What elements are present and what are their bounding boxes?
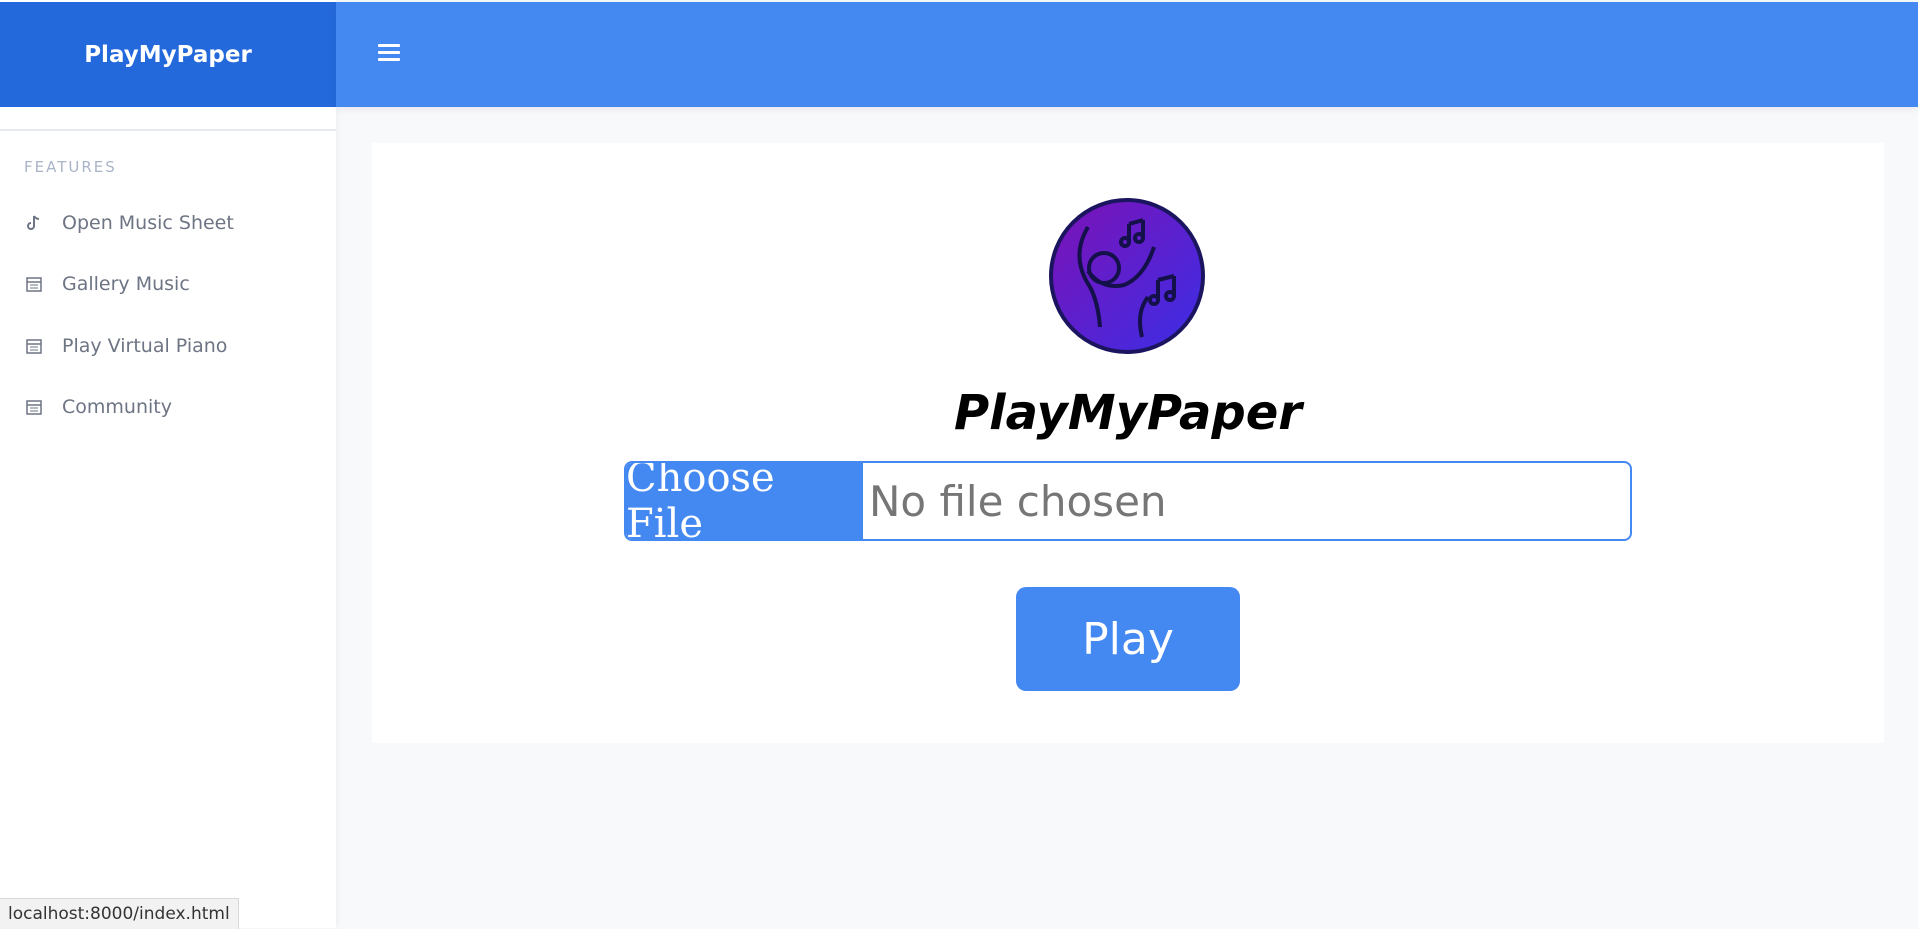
dancing-music-logo-icon <box>1048 197 1206 355</box>
logo-text: PlayMyPaper <box>954 385 1302 441</box>
sidebar-divider <box>0 129 336 131</box>
sidebar-item-play-virtual-piano[interactable]: Play Virtual Piano <box>24 326 227 366</box>
sidebar-item-gallery-music[interactable]: Gallery Music <box>24 264 190 304</box>
status-url: localhost:8000/index.html <box>0 898 239 929</box>
topbar <box>336 2 1918 107</box>
sidebar-heading: FEATURES <box>24 158 117 176</box>
sidebar-item-open-music-sheet[interactable]: Open Music Sheet <box>24 203 234 243</box>
file-status-text: No file chosen <box>869 476 1167 526</box>
hamburger-icon[interactable] <box>378 42 400 66</box>
tiktok-note-icon <box>24 213 44 233</box>
sidebar-item-label: Play Virtual Piano <box>62 335 228 357</box>
calendar-icon <box>24 397 44 417</box>
sidebar-item-label: Gallery Music <box>62 273 190 295</box>
brand-title[interactable]: PlayMyPaper <box>0 2 336 107</box>
sidebar-item-label: Community <box>62 396 172 418</box>
sidebar-item-community[interactable]: Community <box>24 387 172 427</box>
calendar-icon <box>24 336 44 356</box>
sidebar-item-label: Open Music Sheet <box>62 212 234 234</box>
sidebar: PlayMyPaper FEATURES Open Music Sheet Ga… <box>0 0 336 928</box>
file-input[interactable]: Choose File No file chosen <box>624 461 1632 541</box>
play-button[interactable]: Play <box>1016 587 1240 691</box>
calendar-icon <box>24 274 44 294</box>
main-card: PlayMyPaper Choose File No file chosen P… <box>372 143 1884 743</box>
choose-file-button[interactable]: Choose File <box>626 463 863 539</box>
